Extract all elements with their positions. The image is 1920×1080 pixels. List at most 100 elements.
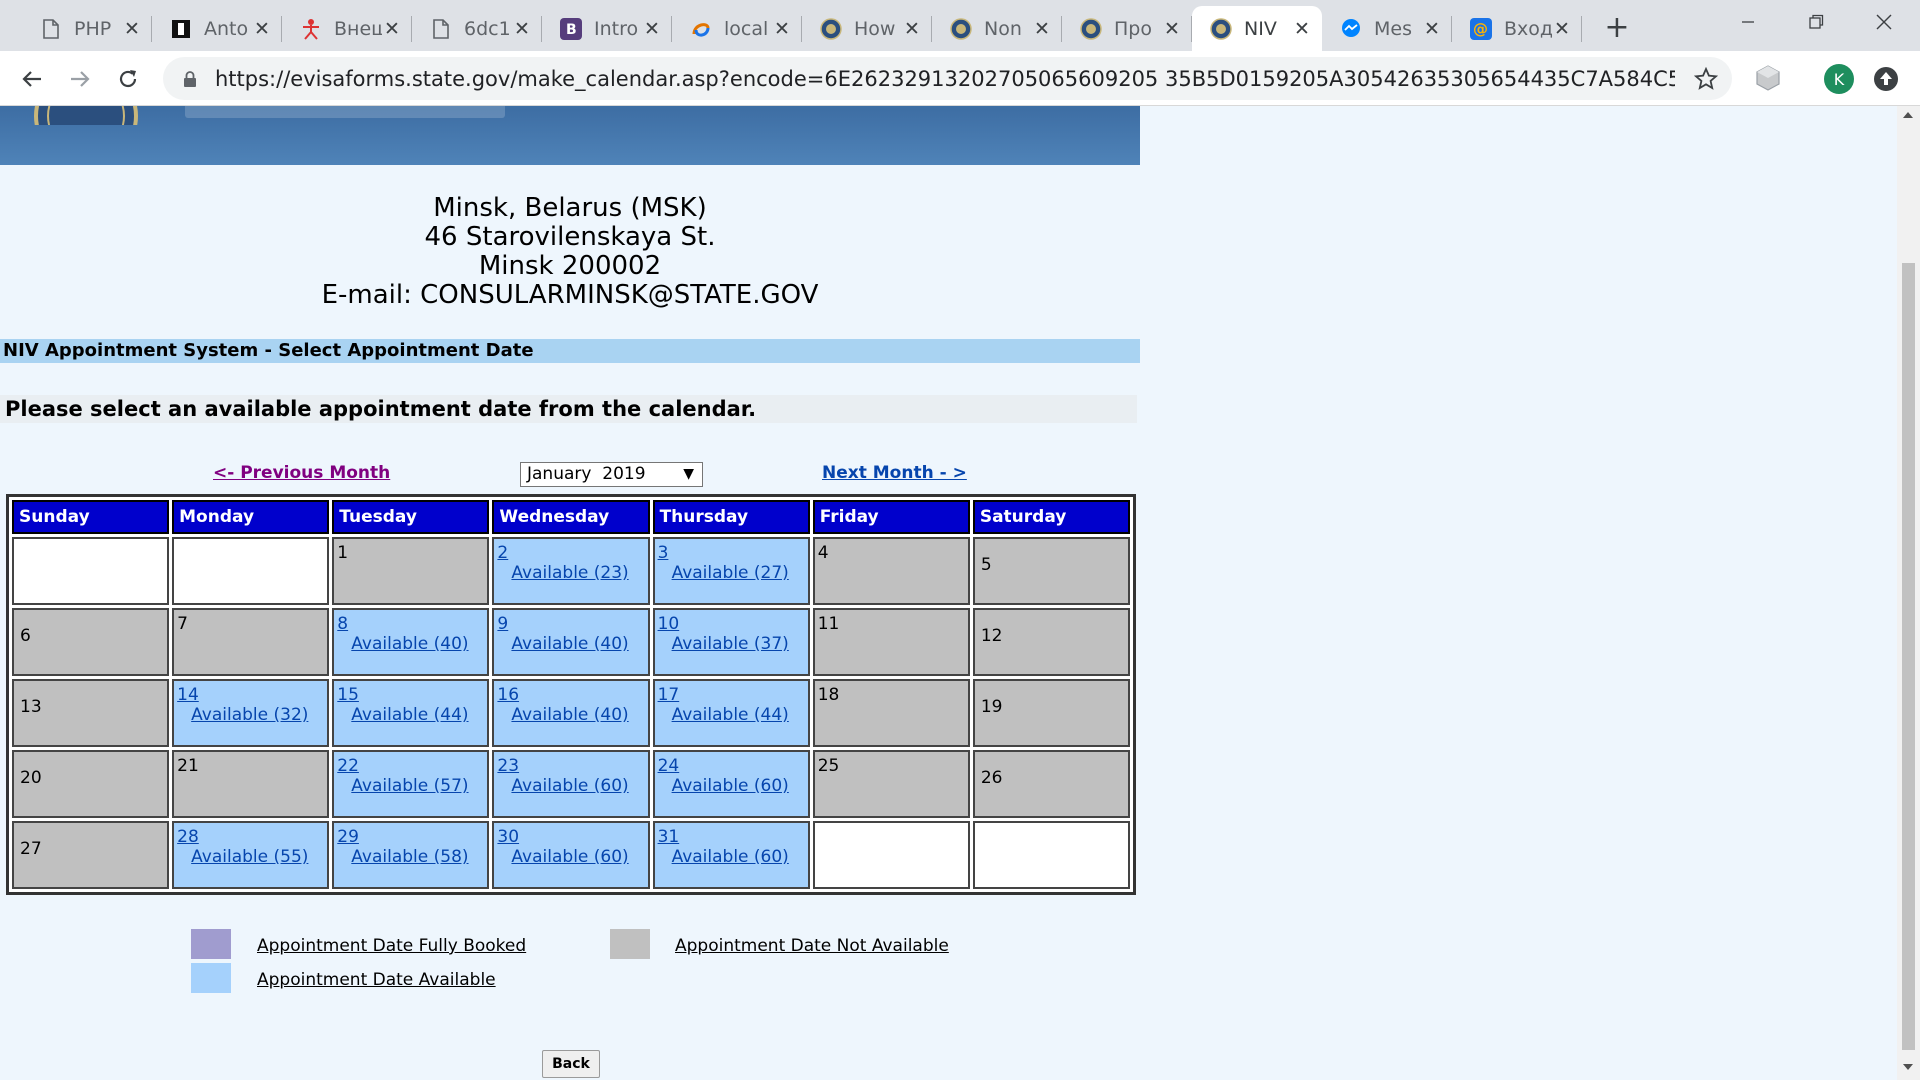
svg-text:B: B — [566, 22, 577, 38]
availability-link[interactable]: Available (60) — [658, 776, 805, 796]
tab-close-icon[interactable]: ✕ — [252, 18, 272, 40]
availability-link[interactable]: Available (44) — [337, 705, 484, 725]
calendar-day-available[interactable]: 29 Available (58) — [332, 821, 490, 889]
tab-close-icon[interactable]: ✕ — [642, 18, 662, 40]
availability-link[interactable]: Available (40) — [337, 634, 484, 654]
scroll-up-icon[interactable] — [1903, 112, 1913, 118]
browser-tab[interactable]: How ✕ — [802, 6, 932, 51]
calendar-day-available[interactable]: 9 Available (40) — [492, 608, 650, 676]
calendar-day-available[interactable]: 23 Available (60) — [492, 750, 650, 818]
day-number-link[interactable]: 17 — [658, 685, 805, 705]
tab-close-icon[interactable]: ✕ — [1032, 18, 1052, 40]
tab-close-icon[interactable]: ✕ — [512, 18, 532, 40]
day-number-link[interactable]: 31 — [658, 827, 805, 847]
day-number-link[interactable]: 23 — [497, 756, 644, 776]
day-number-link[interactable]: 3 — [658, 543, 805, 563]
day-number-link[interactable]: 15 — [337, 685, 484, 705]
calendar-day-available[interactable]: 30 Available (60) — [492, 821, 650, 889]
availability-link[interactable]: Available (40) — [497, 705, 644, 725]
availability-link[interactable]: Available (55) — [177, 847, 324, 867]
tab-title: How — [854, 17, 896, 40]
tab-close-icon[interactable]: ✕ — [1292, 18, 1312, 40]
calendar-day-available[interactable]: 28 Available (55) — [172, 821, 330, 889]
day-number-link[interactable]: 28 — [177, 827, 324, 847]
tab-close-icon[interactable]: ✕ — [382, 18, 402, 40]
department-wordmark — [185, 106, 505, 118]
extension-icon[interactable] — [1755, 65, 1781, 95]
availability-link[interactable]: Available (40) — [497, 634, 644, 654]
availability-link[interactable]: Available (27) — [658, 563, 805, 583]
day-number-link[interactable]: 2 — [497, 543, 644, 563]
close-window-button[interactable] — [1850, 0, 1918, 44]
day-number-link[interactable]: 22 — [337, 756, 484, 776]
next-month-link[interactable]: Next Month - > — [822, 463, 967, 483]
availability-link[interactable]: Available (57) — [337, 776, 484, 796]
previous-month-link[interactable]: <- Previous Month — [213, 463, 390, 483]
month-select[interactable]: January 2019 ▼ — [520, 462, 703, 487]
day-number-link[interactable]: 9 — [497, 614, 644, 634]
messenger-icon — [1340, 18, 1362, 40]
tab-close-icon[interactable]: ✕ — [772, 18, 792, 40]
browser-tab[interactable]: B Intro ✕ — [542, 6, 672, 51]
update-menu-icon[interactable] — [1872, 65, 1900, 97]
calendar-day-available[interactable]: 16 Available (40) — [492, 679, 650, 747]
minimize-button[interactable] — [1714, 0, 1782, 44]
calendar-day-available[interactable]: 2 Available (23) — [492, 537, 650, 605]
browser-tab[interactable]: Про ✕ — [1062, 6, 1192, 51]
bookmark-star-icon[interactable] — [1693, 66, 1719, 95]
scroll-down-icon[interactable] — [1903, 1064, 1913, 1070]
availability-link[interactable]: Available (44) — [658, 705, 805, 725]
tab-close-icon[interactable]: ✕ — [1552, 18, 1572, 40]
browser-tab[interactable]: PHP ✕ — [22, 6, 152, 51]
browser-tab[interactable]: Anto ✕ — [152, 6, 282, 51]
forward-nav-button[interactable] — [60, 59, 100, 99]
day-number-link[interactable]: 10 — [658, 614, 805, 634]
availability-link[interactable]: Available (23) — [497, 563, 644, 583]
calendar-day-available[interactable]: 10 Available (37) — [652, 608, 810, 676]
browser-tab[interactable]: Mes ✕ — [1322, 6, 1452, 51]
day-number-link[interactable]: 14 — [177, 685, 324, 705]
availability-link[interactable]: Available (58) — [337, 847, 484, 867]
tab-title: Про — [1114, 17, 1152, 40]
availability-link[interactable]: Available (37) — [658, 634, 805, 654]
scrollbar-thumb[interactable] — [1902, 263, 1915, 1050]
new-tab-button[interactable]: + — [1600, 10, 1634, 45]
restore-button[interactable] — [1782, 0, 1850, 44]
calendar-day-available[interactable]: 8 Available (40) — [332, 608, 490, 676]
calendar-day-available[interactable]: 15 Available (44) — [332, 679, 490, 747]
department-seal-icon — [34, 106, 138, 125]
calendar-day-available[interactable]: 24 Available (60) — [652, 750, 810, 818]
availability-link[interactable]: Available (60) — [658, 847, 805, 867]
tab-close-icon[interactable]: ✕ — [122, 18, 142, 40]
browser-tab[interactable]: local ✕ — [672, 6, 802, 51]
back-button[interactable]: Back — [542, 1050, 600, 1078]
browser-tab[interactable]: 6dc1 ✕ — [412, 6, 542, 51]
day-number-link[interactable]: 29 — [337, 827, 484, 847]
reload-button[interactable] — [108, 59, 148, 99]
tab-close-icon[interactable]: ✕ — [902, 18, 922, 40]
day-number-link[interactable]: 16 — [497, 685, 644, 705]
calendar-day-available[interactable]: 14 Available (32) — [172, 679, 330, 747]
calendar-day-available[interactable]: 3 Available (27) — [652, 537, 810, 605]
calendar-day-available[interactable]: 22 Available (57) — [332, 750, 490, 818]
calendar-day-unavailable: 13 — [12, 679, 170, 747]
day-number-link[interactable]: 30 — [497, 827, 644, 847]
tab-close-icon[interactable]: ✕ — [1422, 18, 1442, 40]
calendar-day-available[interactable]: 17 Available (44) — [652, 679, 810, 747]
availability-link[interactable]: Available (32) — [177, 705, 324, 725]
browser-tab[interactable]: Внеш ✕ — [282, 6, 412, 51]
browser-tab[interactable]: NIV ✕ — [1192, 6, 1322, 51]
back-nav-button[interactable] — [12, 59, 52, 99]
browser-tab[interactable]: @ Вход ✕ — [1452, 6, 1582, 51]
day-number-link[interactable]: 24 — [658, 756, 805, 776]
state-seal-icon — [1080, 17, 1102, 40]
browser-tab[interactable]: Non ✕ — [932, 6, 1062, 51]
availability-link[interactable]: Available (60) — [497, 776, 644, 796]
profile-avatar[interactable]: K — [1824, 64, 1854, 94]
tab-close-icon[interactable]: ✕ — [1162, 18, 1182, 40]
day-number-link[interactable]: 8 — [337, 614, 484, 634]
calendar-day-available[interactable]: 31 Available (60) — [652, 821, 810, 889]
address-bar[interactable]: https://evisaforms.state.gov/make_calend… — [163, 57, 1732, 100]
availability-link[interactable]: Available (60) — [497, 847, 644, 867]
page-scrollbar[interactable] — [1897, 106, 1920, 1080]
